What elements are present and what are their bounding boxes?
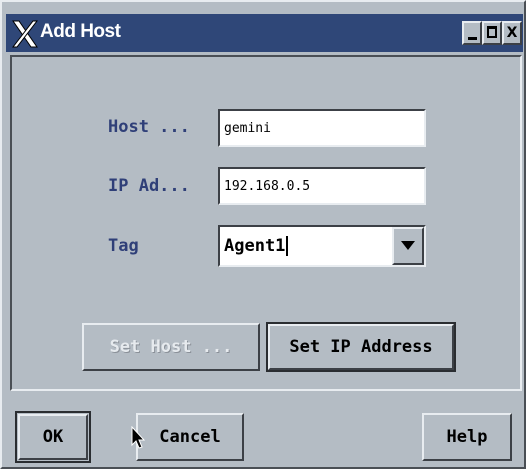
tag-dropdown-button[interactable]: [392, 227, 424, 265]
text-caret: [286, 236, 289, 256]
tag-combobox[interactable]: Agent1: [218, 225, 426, 267]
add-host-dialog: Add Host X Host ... IP Ad... Tag Agent1 …: [0, 0, 526, 469]
window-title: Add Host: [40, 21, 121, 42]
close-button[interactable]: X: [502, 21, 522, 45]
maximize-icon: [487, 26, 497, 38]
minimize-button[interactable]: [462, 21, 482, 45]
host-input[interactable]: [218, 109, 426, 147]
ok-button[interactable]: OK: [18, 414, 88, 460]
chevron-down-icon: [401, 241, 415, 250]
cancel-button[interactable]: Cancel: [136, 413, 244, 461]
tag-label: Tag: [108, 236, 139, 256]
set-host-button[interactable]: Set Host ...: [82, 323, 260, 371]
tag-value[interactable]: Agent1: [224, 232, 289, 260]
set-ip-address-button[interactable]: Set IP Address: [268, 324, 454, 370]
title-bar[interactable]: Add Host X: [6, 14, 523, 52]
host-label: Host ...: [108, 117, 190, 137]
minimize-icon: [468, 37, 477, 40]
help-button[interactable]: Help: [422, 413, 512, 461]
ip-address-label: IP Ad...: [108, 176, 190, 196]
ip-address-input[interactable]: [218, 167, 426, 205]
close-icon: X: [506, 25, 518, 41]
x-window-logo-icon: [12, 20, 38, 48]
maximize-button[interactable]: [482, 21, 502, 45]
mouse-pointer-icon: [131, 426, 146, 449]
